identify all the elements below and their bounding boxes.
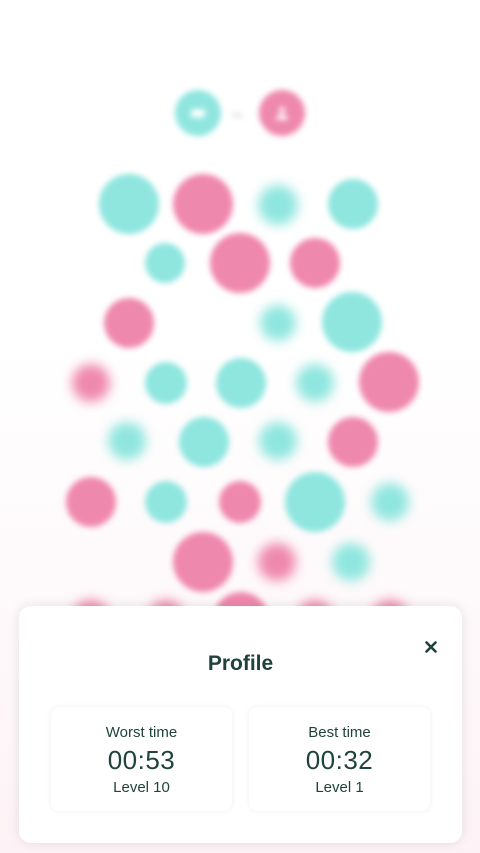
pink-dot (104, 298, 154, 348)
teal-dot (145, 481, 187, 523)
teal-dot (328, 179, 378, 229)
teal-dot (258, 185, 298, 225)
best-time-label: Best time (308, 724, 371, 741)
pink-dot (173, 174, 233, 234)
pink-dot (210, 233, 270, 293)
profile-sheet: Profile Worst time 00:53 Level 10 Best t… (19, 606, 462, 843)
teal-dot (259, 422, 297, 460)
person-icon (276, 107, 288, 120)
teal-dot (108, 422, 146, 460)
teal-dot (145, 362, 187, 404)
teal-dot (179, 417, 229, 467)
teal-dot (371, 483, 409, 521)
teal-dot (260, 305, 296, 341)
pink-dot (328, 417, 378, 467)
worst-time-card: Worst time 00:53 Level 10 (51, 707, 232, 811)
pink-dot (173, 532, 233, 592)
teal-dot (332, 543, 370, 581)
worst-time-label: Worst time (105, 724, 178, 741)
teal-dot (285, 472, 345, 532)
vs-label: vs (232, 110, 242, 121)
teal-dot (322, 292, 382, 352)
teal-dot (99, 174, 159, 234)
pink-dot (72, 364, 110, 402)
worst-time-value: 00:53 (107, 745, 176, 775)
pink-dot (359, 352, 419, 412)
best-time-value: 00:32 (305, 745, 374, 775)
pink-dot (66, 477, 116, 527)
worst-time-level: Level 10 (113, 779, 170, 796)
teal-dot (145, 243, 185, 283)
pink-dot (290, 238, 340, 288)
pink-dot (258, 543, 296, 581)
teal-dot (296, 364, 334, 402)
best-time-card: Best time 00:32 Level 1 (249, 707, 430, 811)
player-two-avatar (259, 90, 305, 136)
profile-title: Profile (207, 652, 274, 675)
best-time-level: Level 1 (315, 779, 364, 796)
game-controller-icon (190, 109, 206, 118)
teal-dot (216, 358, 266, 408)
pink-dot (219, 481, 261, 523)
player-one-avatar (175, 90, 221, 136)
